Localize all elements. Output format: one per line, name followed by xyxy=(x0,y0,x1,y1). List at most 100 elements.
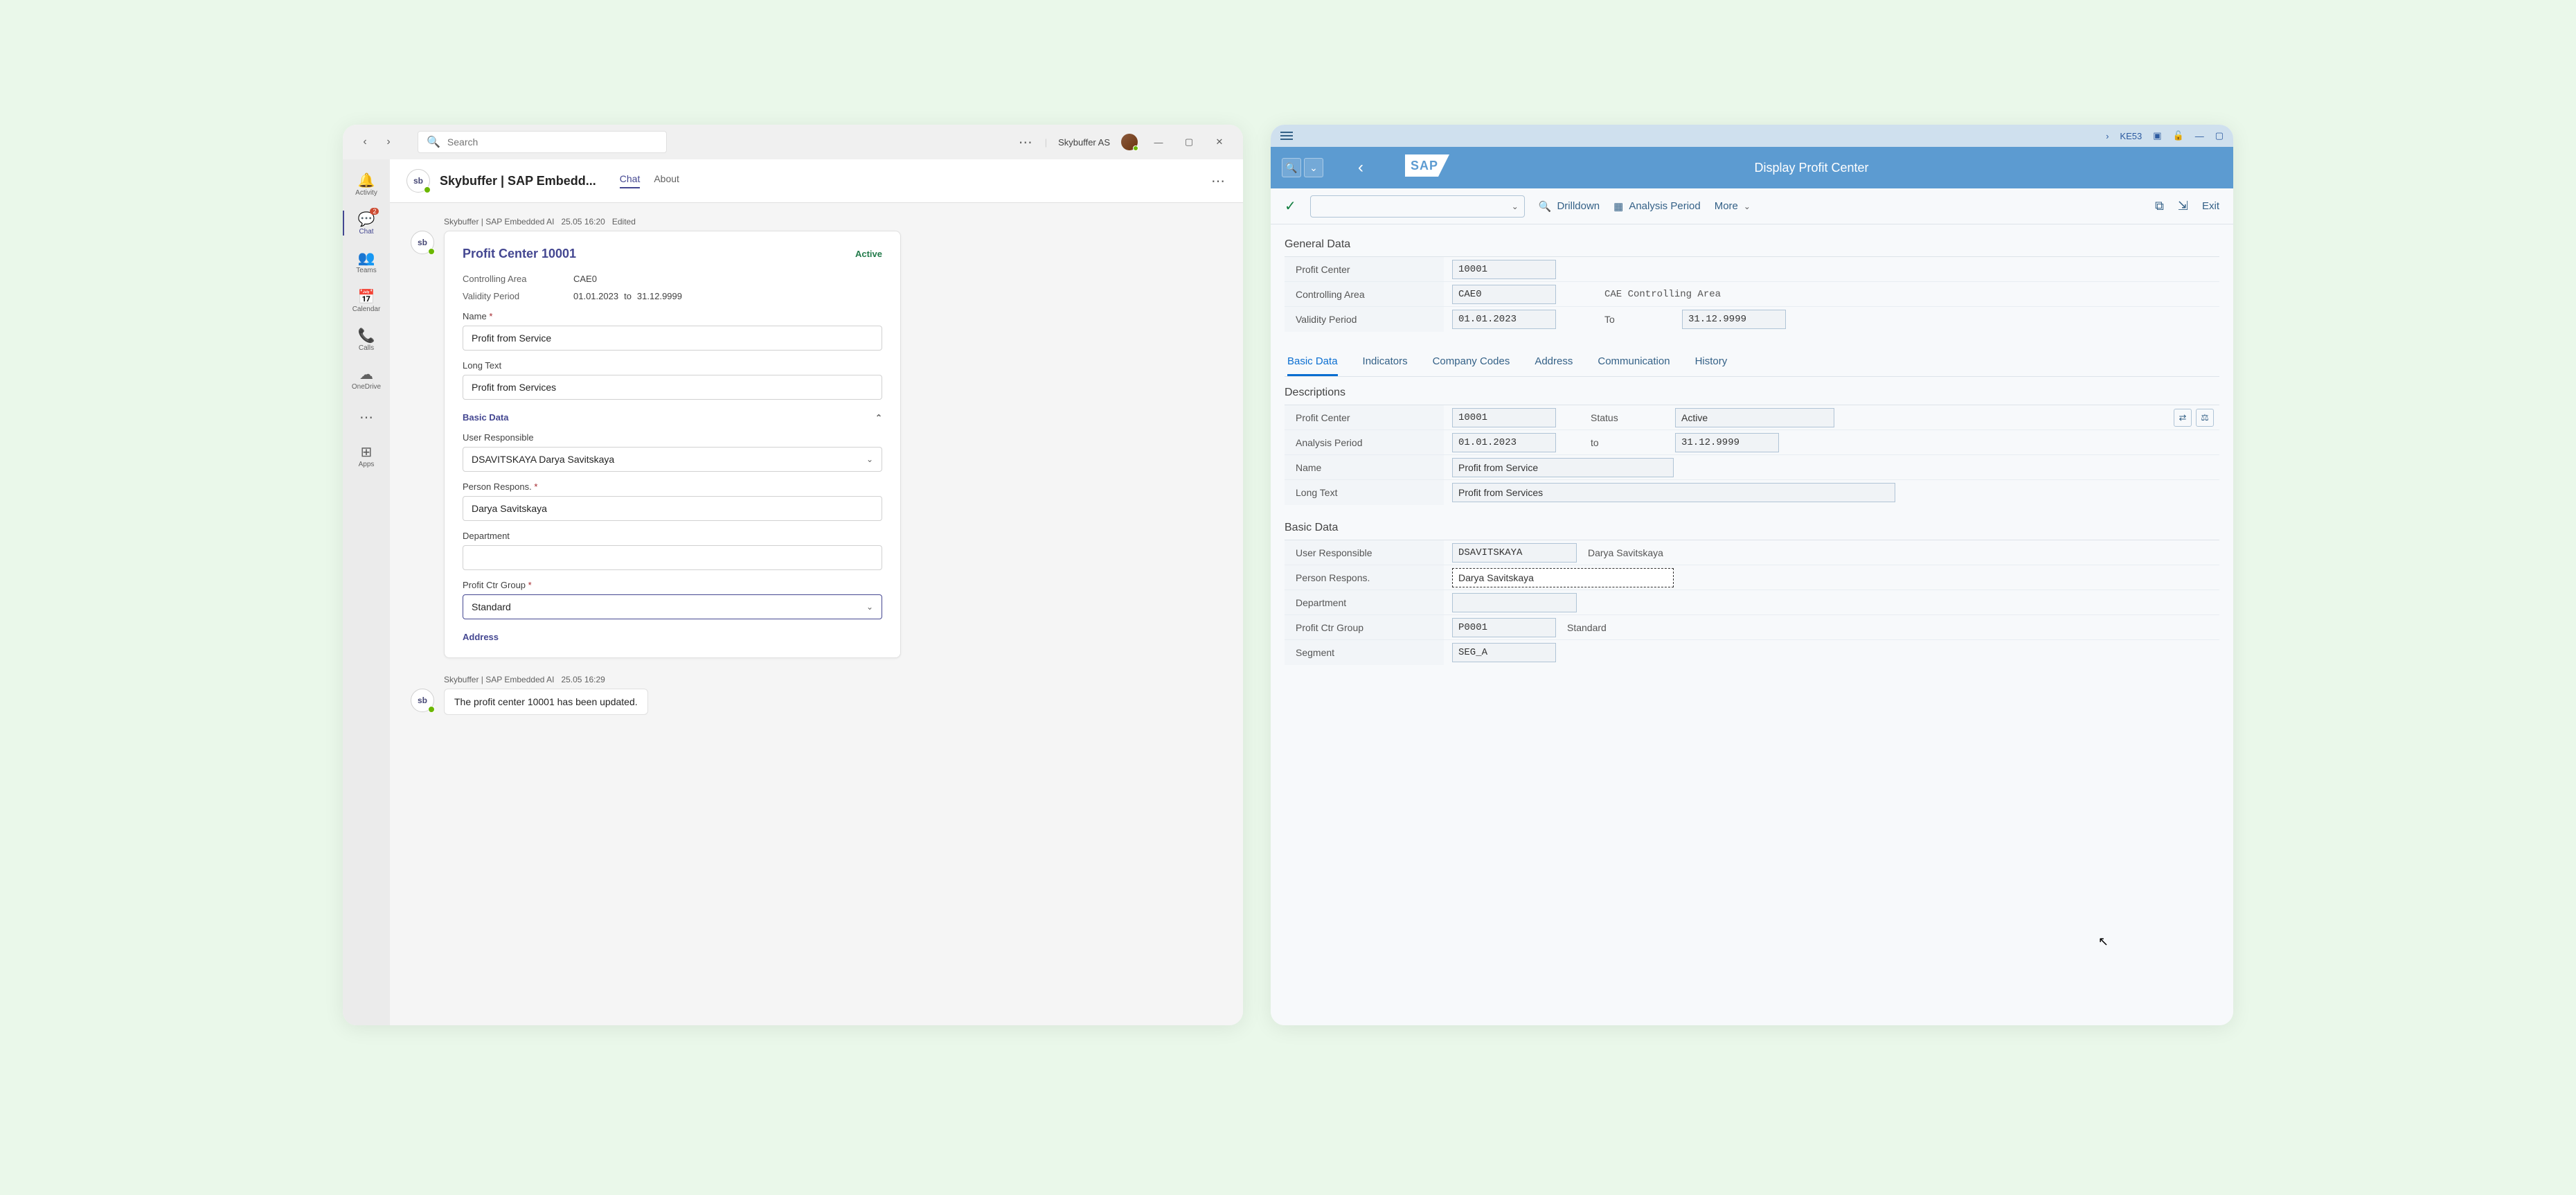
check-icon[interactable]: ✓ xyxy=(1285,197,1296,215)
name-label: Name * xyxy=(463,311,882,321)
basic-data-header[interactable]: Basic Data⌃ xyxy=(463,412,882,423)
play-icon[interactable]: ▣ xyxy=(2153,130,2161,141)
tab-company-codes[interactable]: Company Codes xyxy=(1433,348,1510,376)
ellipsis-icon: ⋯ xyxy=(359,409,373,426)
rail-apps[interactable]: ⊞Apps xyxy=(343,436,390,475)
page-title: Display Profit Center xyxy=(1470,161,2153,175)
validity-from-value[interactable]: 01.01.2023 xyxy=(1452,310,1556,329)
update-message: The profit center 10001 has been updated… xyxy=(444,689,648,715)
descriptions-title: Descriptions xyxy=(1285,387,2219,399)
sap-dropdown-icon[interactable]: ⌄ xyxy=(1304,158,1323,177)
status-badge: Active xyxy=(855,249,882,259)
balance-icon[interactable]: ⚖ xyxy=(2196,409,2214,427)
analysis-period-button[interactable]: ▦Analysis Period xyxy=(1613,200,1701,213)
person-resp-input[interactable] xyxy=(463,496,882,521)
sap-menubar: › KE53 ▣ 🔓 — ▢ xyxy=(1271,125,2233,147)
drilldown-button[interactable]: 🔍Drilldown xyxy=(1539,200,1600,213)
tab-indicators[interactable]: Indicators xyxy=(1363,348,1408,376)
address-header[interactable]: Address xyxy=(463,632,882,642)
tab-chat[interactable]: Chat xyxy=(620,173,641,188)
segment-label: Segment xyxy=(1285,640,1444,665)
bot-avatar[interactable]: sb xyxy=(406,169,430,193)
user-resp-select[interactable]: DSAVITSKAYA Darya Savitskaya⌄ xyxy=(463,447,882,472)
tab-about[interactable]: About xyxy=(654,173,679,188)
more-button[interactable]: More⌄ xyxy=(1715,200,1751,212)
rail-activity[interactable]: 🔔Activity xyxy=(343,165,390,204)
pcg-label: Profit Ctr Group xyxy=(1285,615,1444,639)
maximize-button[interactable]: ▢ xyxy=(2215,130,2224,141)
window-icon[interactable]: ⧉ xyxy=(2155,199,2164,213)
rail-calls[interactable]: 📞Calls xyxy=(343,320,390,359)
rail-chat[interactable]: 💬2Chat xyxy=(343,204,390,242)
dept-input[interactable] xyxy=(463,545,882,570)
exit-button[interactable]: Exit xyxy=(2202,200,2219,212)
rail-more[interactable]: ⋯ xyxy=(343,398,390,436)
msg-sender: Skybuffer | SAP Embedded AI xyxy=(444,675,554,684)
minimize-button[interactable]: — xyxy=(1149,132,1168,152)
pcg-label: Profit Ctr Group * xyxy=(463,580,882,590)
sap-header: 🔍 ⌄ ‹ SAP Display Profit Center xyxy=(1271,147,2233,188)
tab-communication[interactable]: Communication xyxy=(1598,348,1670,376)
validity-to-value[interactable]: 31.12.9999 xyxy=(1682,310,1786,329)
user-avatar[interactable] xyxy=(1121,134,1138,150)
name-input[interactable] xyxy=(463,326,882,351)
presence-icon xyxy=(428,248,435,255)
rail-teams[interactable]: 👥Teams xyxy=(343,242,390,281)
sap-logo: SAP xyxy=(1398,152,1456,184)
presence-icon xyxy=(428,706,435,713)
person-resp-value[interactable]: Darya Savitskaya xyxy=(1452,568,1674,587)
msg-meta: Skybuffer | SAP Embedded AI 25.05 16:20 … xyxy=(444,217,1222,227)
analysis-from-value[interactable]: 01.01.2023 xyxy=(1452,433,1556,452)
close-button[interactable]: ✕ xyxy=(1210,132,1229,152)
nav-back-icon[interactable]: ‹ xyxy=(357,134,373,150)
dept-value[interactable] xyxy=(1452,593,1577,612)
chevron-down-icon: ⌄ xyxy=(866,454,873,464)
search-icon: 🔍 xyxy=(1539,200,1552,213)
desc-pc-label: Profit Center xyxy=(1285,405,1444,430)
analysis-to-value[interactable]: 31.12.9999 xyxy=(1675,433,1779,452)
org-name: Skybuffer AS xyxy=(1058,137,1110,148)
segment-value[interactable]: SEG_A xyxy=(1452,643,1556,662)
search-icon: 🔍 xyxy=(427,135,440,149)
back-icon[interactable]: ‹ xyxy=(1358,158,1363,177)
rail-calendar[interactable]: 📅Calendar xyxy=(343,281,390,320)
status-label: Status xyxy=(1591,412,1667,423)
ctrl-area-desc: CAE Controlling Area xyxy=(1604,289,1721,300)
msg-edited: Edited xyxy=(612,217,636,227)
lock-icon[interactable]: 🔓 xyxy=(2173,130,2184,141)
pcg-select[interactable]: Standard⌄ xyxy=(463,594,882,619)
pcg-value[interactable]: P0001 xyxy=(1452,618,1556,637)
user-resp-value[interactable]: DSAVITSKAYA xyxy=(1452,543,1577,563)
rail-onedrive[interactable]: ☁OneDrive xyxy=(343,359,390,398)
more-icon[interactable]: ⋯ xyxy=(1019,134,1034,151)
teams-titlebar: ‹ › 🔍 ⋯ | Skybuffer AS — ▢ ✕ xyxy=(343,125,1243,159)
link-icon[interactable]: ⇄ xyxy=(2174,409,2192,427)
nav-fwd-icon[interactable]: › xyxy=(380,134,397,150)
calendar-icon: 📅 xyxy=(358,288,375,306)
desc-longtext-value[interactable]: Profit from Services xyxy=(1452,483,1895,502)
search-field[interactable] xyxy=(447,136,658,148)
desc-name-value[interactable]: Profit from Service xyxy=(1452,458,1674,477)
command-input[interactable]: ⌄ xyxy=(1310,195,1525,218)
chat-panel: sb Skybuffer | SAP Embedd... Chat About … xyxy=(390,159,1243,1025)
tab-address[interactable]: Address xyxy=(1535,348,1573,376)
longtext-input[interactable] xyxy=(463,375,882,400)
chat-more-icon[interactable]: ⋯ xyxy=(1211,172,1226,190)
chevron-right-icon[interactable]: › xyxy=(2106,131,2109,141)
tab-basic-data[interactable]: Basic Data xyxy=(1287,348,1338,376)
analysis-period-label: Analysis Period xyxy=(1285,430,1444,454)
ctrl-area-value[interactable]: CAE0 xyxy=(1452,285,1556,304)
tab-history[interactable]: History xyxy=(1695,348,1728,376)
desc-pc-value[interactable]: 10001 xyxy=(1452,408,1556,427)
general-data-group: Profit Center10001 Controlling AreaCAE0C… xyxy=(1285,256,2219,332)
profit-center-value[interactable]: 10001 xyxy=(1452,260,1556,279)
expand-icon[interactable]: ⇲ xyxy=(2178,199,2188,213)
bot-avatar-small: sb xyxy=(411,689,434,712)
msg-time: 25.05 16:20 xyxy=(561,217,605,227)
hamburger-icon[interactable] xyxy=(1280,132,1293,140)
minimize-button[interactable]: — xyxy=(2195,131,2204,141)
maximize-button[interactable]: ▢ xyxy=(1179,132,1199,152)
phone-icon: 📞 xyxy=(358,327,375,344)
search-input[interactable]: 🔍 xyxy=(418,131,667,153)
sap-search-icon[interactable]: 🔍 xyxy=(1282,158,1301,177)
